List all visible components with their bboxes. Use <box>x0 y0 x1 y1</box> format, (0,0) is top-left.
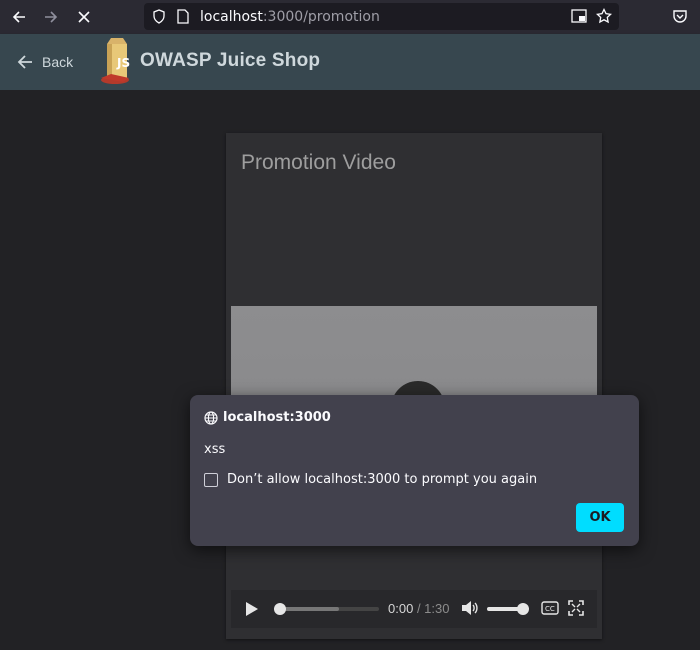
back-button[interactable]: Back <box>16 48 73 76</box>
globe-icon <box>204 410 218 425</box>
progress-buffer <box>279 607 339 611</box>
dialog-message: xss <box>204 442 226 457</box>
closed-captions-icon[interactable]: CC <box>541 601 559 620</box>
svg-text:CC: CC <box>545 605 555 613</box>
shield-icon[interactable] <box>152 9 166 24</box>
pocket-icon[interactable] <box>672 9 688 24</box>
dialog-origin-text: localhost:3000 <box>223 410 331 425</box>
back-arrow-icon[interactable] <box>8 6 30 28</box>
forward-arrow-icon[interactable] <box>40 6 62 28</box>
ok-button[interactable]: OK <box>576 503 624 532</box>
svg-text:JS: JS <box>116 56 130 70</box>
suppress-prompts-row[interactable]: Don’t allow localhost:3000 to prompt you… <box>204 472 537 487</box>
juice-shop-logo[interactable]: JS <box>97 36 137 86</box>
video-frame[interactable] <box>231 306 597 435</box>
volume-knob[interactable] <box>517 603 529 615</box>
progress-slider[interactable] <box>274 603 379 615</box>
card-title: Promotion Video <box>241 151 396 174</box>
shop-title[interactable]: OWASP Juice Shop <box>140 50 320 72</box>
play-icon[interactable] <box>245 601 259 622</box>
current-time: 0:00 <box>388 601 414 616</box>
back-label: Back <box>42 54 74 70</box>
suppress-prompts-checkbox[interactable] <box>204 472 218 487</box>
url-text[interactable]: localhost:3000/promotion <box>200 9 380 25</box>
page-icon[interactable] <box>177 9 189 24</box>
suppress-prompts-label[interactable]: Don’t allow localhost:3000 to prompt you… <box>227 472 537 487</box>
progress-knob[interactable] <box>274 603 286 615</box>
alert-dialog: localhost:3000 xss Don’t allow localhost… <box>190 395 639 546</box>
picture-in-picture-icon[interactable] <box>571 9 587 24</box>
dialog-origin: localhost:3000 <box>204 410 331 425</box>
address-bar[interactable]: localhost:3000/promotion <box>144 3 619 30</box>
time-display: 0:00 / 1:30 <box>388 601 449 616</box>
fullscreen-icon[interactable] <box>568 600 584 621</box>
arrow-left-icon <box>17 55 32 69</box>
app-toolbar: Back JS OWASP Juice Shop <box>0 34 700 90</box>
duration: / 1:30 <box>416 601 450 616</box>
promotion-video-card: Promotion Video 0:00 / 1:30 CC <box>226 133 602 639</box>
volume-icon[interactable] <box>461 600 479 621</box>
stop-loading-icon[interactable] <box>73 6 95 28</box>
bookmark-star-icon[interactable] <box>596 8 612 24</box>
video-controls: 0:00 / 1:30 CC <box>231 590 597 628</box>
browser-toolbar: localhost:3000/promotion <box>0 0 700 34</box>
